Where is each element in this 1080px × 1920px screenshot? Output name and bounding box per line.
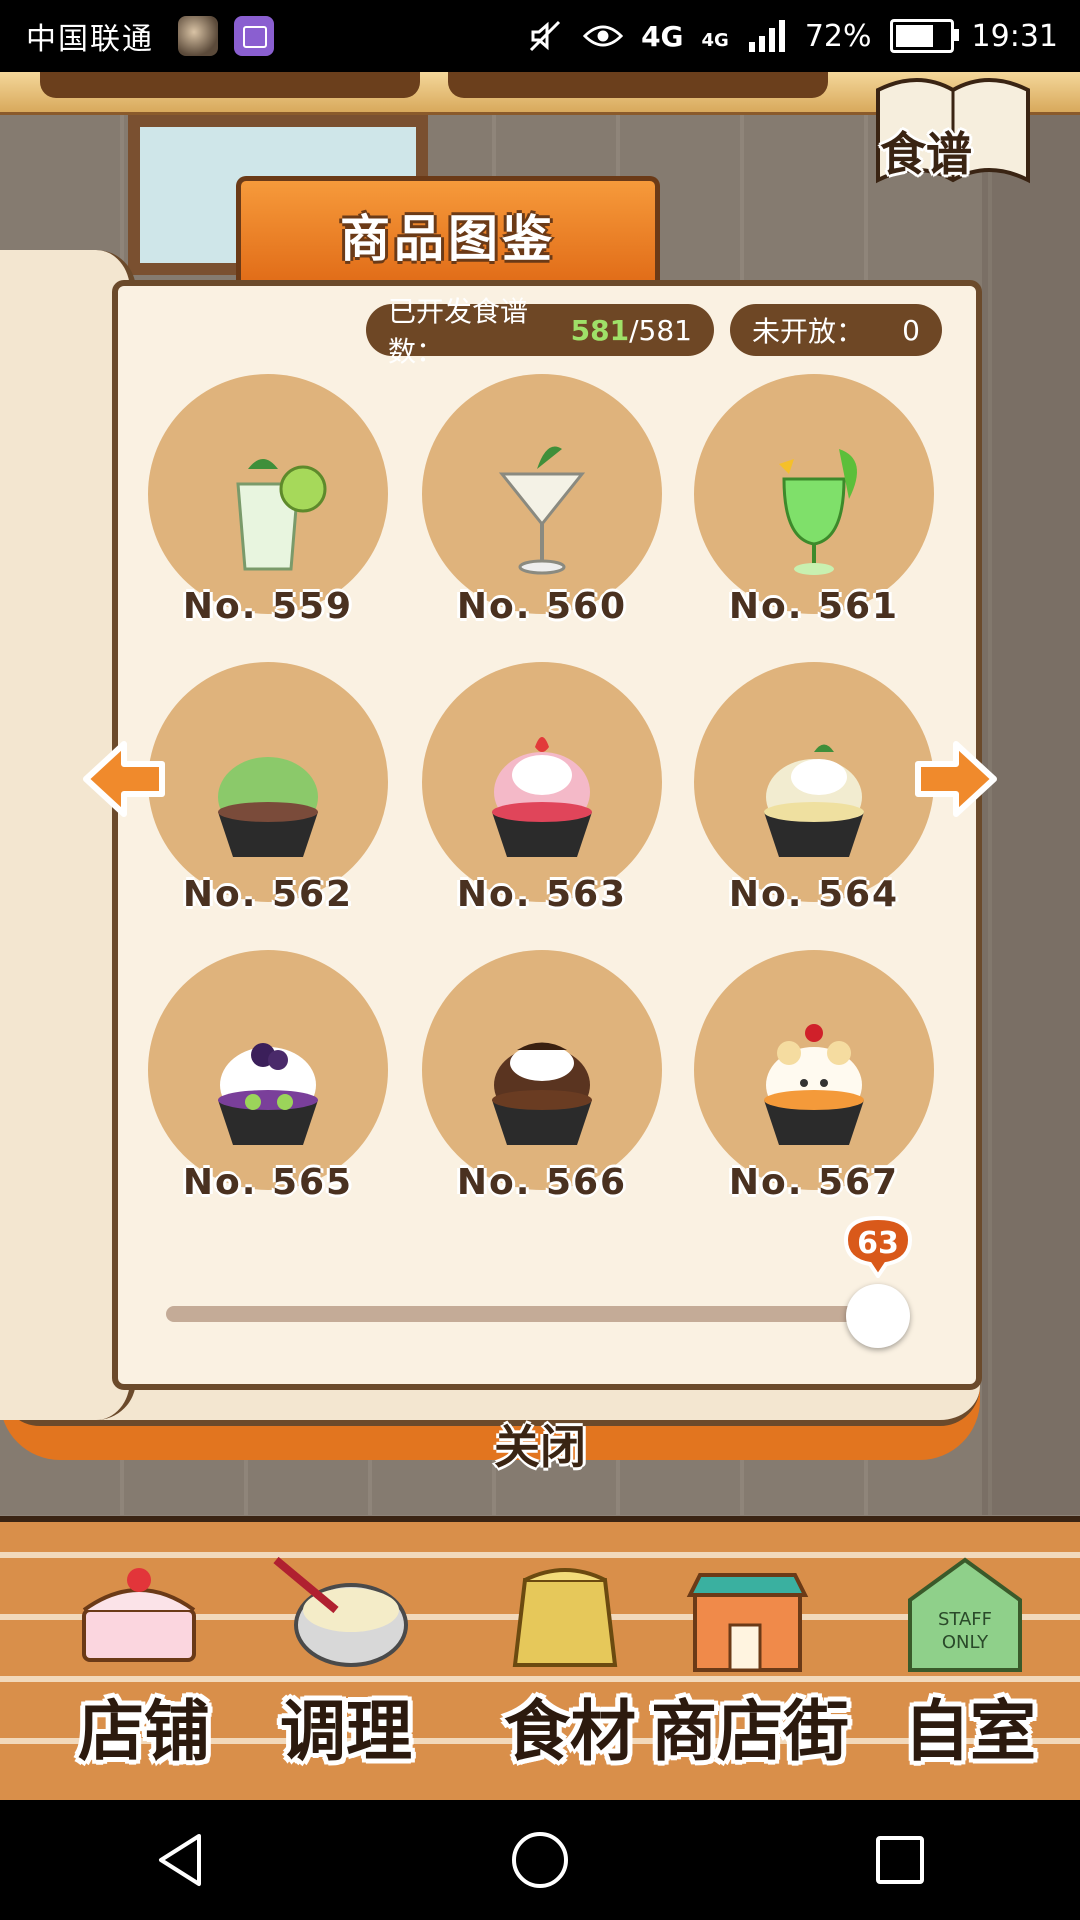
nav-item-3[interactable]: 商店街 [640, 1530, 849, 1790]
recipe-number: No. 559 [182, 586, 354, 627]
recipe-item[interactable]: No. 563 [422, 662, 672, 932]
arrow-right-icon[interactable] [912, 734, 1002, 824]
network-type-2: 4G [701, 30, 729, 51]
recipe-number: No. 564 [728, 874, 900, 915]
page-slider-track[interactable] [166, 1306, 886, 1322]
nav-item-2[interactable]: 食材 [460, 1530, 660, 1790]
recipe-number: No. 561 [728, 586, 900, 627]
nav-label: 自室 [904, 1693, 1036, 1770]
recipe-item[interactable]: No. 560 [422, 374, 672, 644]
cake-icon [82, 1568, 196, 1662]
unreleased-count: 0 [902, 313, 920, 347]
developed-count: 581 [570, 313, 630, 347]
panel-title: 商品图鉴 [340, 209, 556, 268]
recipe-number: No. 563 [456, 874, 628, 915]
page-value: 63 [857, 1226, 899, 1261]
recipe-item[interactable]: No. 561 [694, 374, 944, 644]
carrier-name: 中国联通 [26, 22, 154, 57]
bear-shaved-ice-icon [764, 1024, 864, 1145]
mute-icon [525, 16, 565, 56]
recipe-number: No. 562 [182, 874, 354, 915]
battery-icon [889, 19, 959, 53]
chocolate-shaved-ice-icon [492, 1042, 592, 1145]
mojito-glass-icon [236, 459, 327, 571]
matcha-shaved-ice-icon [218, 757, 318, 857]
page-slider-knob[interactable] [846, 1284, 910, 1348]
clock: 19:31 [971, 18, 1058, 54]
battery-percent: 72% [804, 18, 872, 54]
whisk-bowl-icon [273, 1556, 408, 1667]
close-button[interactable]: 关闭 [470, 1412, 610, 1482]
unreleased-badge: 未开放： 0 [730, 304, 942, 356]
resource-pill-right [448, 72, 828, 98]
arrow-left-icon[interactable] [78, 734, 168, 824]
martini-glass-icon [498, 446, 586, 575]
back-icon[interactable] [140, 1820, 220, 1900]
svg-text:ONLY: ONLY [942, 1632, 989, 1653]
recipe-number: No. 565 [182, 1162, 354, 1203]
developed-recipes-badge: 已开发食谱数： 581 /581 [366, 295, 714, 368]
recipe-item[interactable]: No. 566 [422, 950, 672, 1220]
nav-label: 店铺 [78, 1693, 210, 1770]
melon-soda-icon [779, 449, 857, 575]
recents-icon[interactable] [860, 1820, 940, 1900]
signal-icon [747, 16, 787, 56]
recipe-item[interactable]: No. 565 [148, 950, 398, 1220]
staff-only-door-icon: STAFFONLY [908, 1557, 1022, 1672]
recipe-item[interactable]: No. 559 [148, 374, 398, 644]
developed-label: 已开发食谱数： [388, 295, 529, 368]
panel-title-tab: 商品图鉴 [236, 176, 660, 288]
home-icon[interactable] [500, 1820, 580, 1900]
network-type-1: 4G [641, 19, 684, 53]
developed-total: /581 [629, 313, 692, 347]
game-notification-icon [178, 16, 218, 56]
blueberry-shaved-ice-icon [218, 1043, 318, 1145]
fruit-shaved-ice-icon [764, 744, 864, 857]
recipe-book-button[interactable]: 食谱 [880, 118, 972, 184]
recipe-number: No. 567 [728, 1162, 900, 1203]
svg-text:STAFF: STAFF [938, 1609, 992, 1630]
nav-item-1[interactable]: 调理 [236, 1530, 436, 1790]
recipe-item[interactable]: No. 564 [694, 662, 944, 932]
nav-label: 商店街 [651, 1693, 849, 1770]
recipe-number: No. 560 [456, 586, 628, 627]
recipe-item[interactable]: No. 567 [694, 950, 944, 1220]
shop-street-icon [686, 1573, 809, 1672]
nav-label: 调理 [280, 1693, 412, 1770]
recipe-item[interactable]: No. 562 [148, 662, 398, 932]
nav-item-4[interactable]: STAFF ONLY 自室 [860, 1530, 1060, 1790]
flour-sack-icon [512, 1568, 618, 1667]
status-bar: 中国联通 4G 4G 72% 19:31 [0, 0, 1080, 72]
resource-pill-left [40, 72, 420, 98]
gallery-notification-icon [234, 16, 274, 56]
nav-item-0[interactable]: 店铺 [34, 1530, 234, 1790]
recipe-number: No. 566 [456, 1162, 628, 1203]
system-navigation-bar [0, 1800, 1080, 1920]
unreleased-label: 未开放： [752, 315, 865, 348]
strawberry-shaved-ice-icon [492, 737, 592, 857]
eye-comfort-icon [583, 16, 624, 56]
